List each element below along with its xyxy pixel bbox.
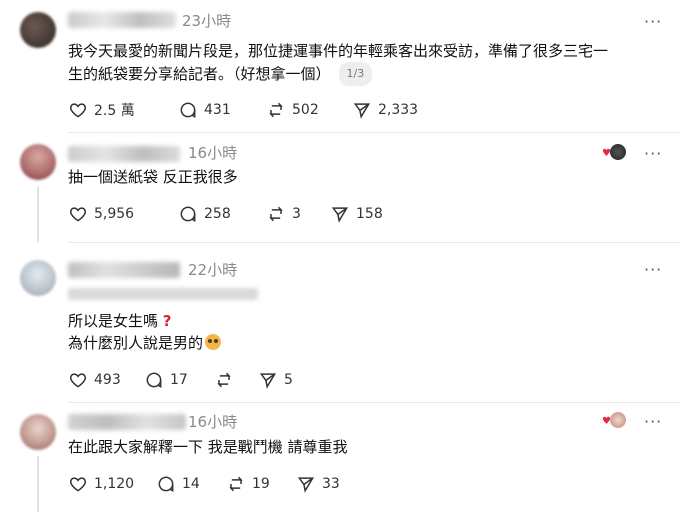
comment-count: 431 — [204, 102, 231, 118]
comment-button[interactable]: 14 — [156, 474, 208, 494]
avatar[interactable] — [20, 414, 56, 450]
post-actions: 1,120 14 19 33 — [68, 474, 358, 494]
post-text-line: 在此跟大家解釋一下 我是戰鬥機 請尊重我 — [68, 438, 348, 456]
comment-button[interactable]: 258 — [178, 204, 248, 224]
thread-post: 23小時 ··· 我今天最愛的新聞片段是，那位捷運事件的年輕乘客出來受訪，準備了… — [0, 0, 680, 134]
comment-count: 14 — [182, 476, 200, 492]
share-count: 2,333 — [378, 102, 419, 118]
repost-arrows-icon — [269, 102, 283, 118]
username-blurred[interactable] — [68, 262, 180, 278]
more-options-icon[interactable]: ··· — [644, 260, 662, 279]
post-actions: 5,956 258 3 158 — [68, 204, 401, 224]
comment-button[interactable]: 431 — [178, 100, 248, 120]
repost-button[interactable]: 19 — [226, 474, 278, 494]
reply-post: 16小時 ♥ ··· 抽一個送紙袋 反正我很多 5,956 258 3 158 — [0, 134, 680, 243]
comment-button[interactable]: 17 — [144, 370, 196, 390]
blurred-quoted-text — [68, 288, 258, 300]
avatar[interactable] — [20, 12, 56, 48]
post-text-line: 我今天最愛的新聞片段是，那位捷運事件的年輕乘客出來受訪，準備了很多三宅一 — [68, 42, 609, 60]
repost-button[interactable]: 502 — [266, 100, 334, 120]
paper-plane-icon — [297, 477, 314, 493]
image-pager-badge[interactable]: 1/3 — [338, 62, 373, 86]
post-text: 在此跟大家解釋一下 我是戰鬥機 請尊重我 — [68, 436, 668, 458]
repost-button[interactable] — [214, 370, 240, 390]
speech-bubble-icon — [180, 102, 196, 118]
post-text-line-2: 生的紙袋要分享給記者。（好想拿一個） — [68, 65, 331, 83]
post-time: 23小時 — [182, 12, 232, 30]
post-actions: 493 17 5 — [68, 370, 311, 390]
username-blurred[interactable] — [68, 12, 176, 28]
post-text-line: 抽一個送紙袋 反正我很多 — [68, 168, 238, 186]
author-liked-badge: ♥ — [602, 144, 628, 162]
post-text-line: 所以是女生嗎 ? — [68, 310, 668, 332]
paper-plane-icon — [259, 373, 276, 389]
paper-plane-icon — [353, 103, 370, 119]
like-count: 2.5 萬 — [94, 103, 135, 119]
post-time: 16小時 — [188, 413, 238, 431]
post-time: 22小時 — [188, 261, 238, 279]
question-mark-emoji: ? — [162, 312, 172, 330]
avatar[interactable] — [20, 144, 56, 180]
like-count: 5,956 — [94, 206, 135, 222]
like-count: 493 — [94, 372, 121, 388]
like-button[interactable]: 2.5 萬 — [68, 100, 160, 120]
username-blurred[interactable] — [68, 414, 186, 430]
share-count: 5 — [284, 372, 293, 388]
post-text: 所以是女生嗎 ? 為什麼別人說是男的 — [68, 310, 668, 354]
speech-bubble-icon — [158, 476, 174, 492]
post-text-line-1: 所以是女生嗎 — [68, 312, 159, 330]
divider — [68, 132, 680, 133]
heart-outline-icon — [69, 477, 87, 492]
reply-post: 22小時 ··· 所以是女生嗎 ? 為什麼別人說是男的 493 17 5 — [0, 242, 680, 403]
repost-button[interactable]: 3 — [266, 204, 312, 224]
more-options-icon[interactable]: ··· — [644, 412, 662, 431]
post-text: 我今天最愛的新聞片段是，那位捷運事件的年輕乘客出來受訪，準備了很多三宅一 生的紙… — [68, 40, 668, 86]
post-text-line-2: 為什麼別人說是男的 — [68, 334, 204, 352]
repost-count: 502 — [292, 102, 319, 118]
share-count: 33 — [322, 476, 340, 492]
share-button[interactable]: 158 — [330, 204, 383, 224]
reply-post: 16小時 ♥ ··· 在此跟大家解釋一下 我是戰鬥機 請尊重我 1,120 14… — [0, 402, 680, 512]
speech-bubble-icon — [146, 372, 162, 388]
comment-count: 17 — [170, 372, 188, 388]
post-actions: 2.5 萬 431 502 2,333 — [68, 100, 436, 120]
post-text-line: 生的紙袋要分享給記者。（好想拿一個） 1/3 — [68, 62, 668, 86]
share-button[interactable]: 5 — [258, 370, 293, 390]
like-count: 1,120 — [94, 476, 135, 492]
post-text: 抽一個送紙袋 反正我很多 — [68, 166, 668, 188]
repost-count: 19 — [252, 476, 270, 492]
paper-plane-icon — [331, 207, 348, 223]
heart-outline-icon — [69, 103, 87, 118]
mini-avatar — [610, 412, 626, 428]
avatar[interactable] — [20, 260, 56, 296]
more-options-icon[interactable]: ··· — [644, 144, 662, 163]
repost-arrows-icon — [269, 206, 283, 222]
like-button[interactable]: 1,120 — [68, 474, 138, 494]
post-text-line: 為什麼別人說是男的 — [68, 332, 668, 354]
more-options-icon[interactable]: ··· — [644, 12, 662, 31]
username-blurred[interactable] — [68, 146, 180, 162]
repost-arrows-icon — [217, 372, 231, 388]
comment-count: 258 — [204, 206, 231, 222]
surprised-face-emoji — [205, 334, 222, 350]
post-time: 16小時 — [188, 144, 238, 162]
repost-count: 3 — [292, 206, 301, 222]
repost-arrows-icon — [229, 476, 243, 492]
mini-avatar — [610, 144, 626, 160]
thread-connector — [37, 456, 39, 512]
like-button[interactable]: 5,956 — [68, 204, 160, 224]
like-button[interactable]: 493 — [68, 370, 126, 390]
share-count: 158 — [356, 206, 383, 222]
share-button[interactable]: 33 — [296, 474, 340, 494]
heart-outline-icon — [69, 373, 87, 388]
thread-connector — [37, 186, 39, 242]
speech-bubble-icon — [180, 206, 196, 222]
heart-outline-icon — [69, 207, 87, 222]
share-button[interactable]: 2,333 — [352, 100, 418, 120]
author-liked-badge: ♥ — [602, 412, 628, 430]
